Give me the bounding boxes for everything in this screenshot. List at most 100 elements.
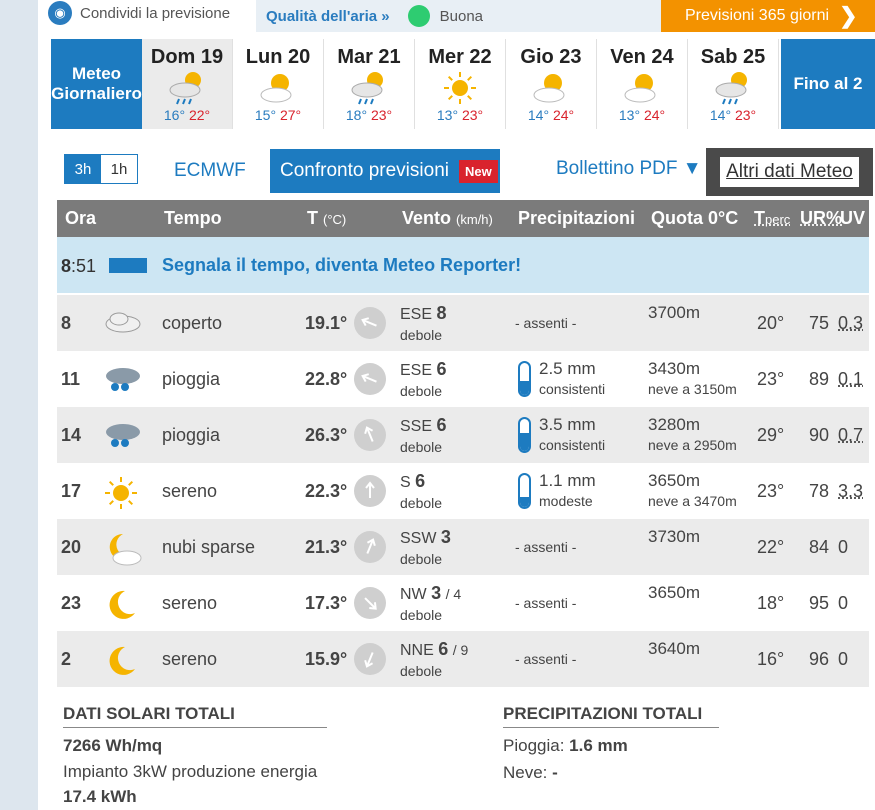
day-min: 14° [709, 107, 732, 123]
snow-label: Neve: [503, 763, 548, 782]
air-quality: Qualità dell'aria » Buona [256, 0, 661, 32]
day-temps: 18° 23° [324, 107, 414, 123]
row-hour: 14 [61, 425, 82, 445]
row-freezing-level: 3700m [648, 303, 700, 323]
toggle-3h[interactable]: 3h [65, 155, 101, 183]
solar-desc: Impianto 3kW produzione energia [63, 762, 318, 781]
row-hour: 2 [61, 649, 72, 669]
day-temps: 14° 24° [506, 107, 596, 123]
row-wind: NNE 6 / 9 debole [400, 639, 468, 682]
table-row: 17 sereno 22.3° S 6 debole 1.1 mm modeste 3650… [57, 463, 869, 519]
day-list: Dom 19 16° 22° Lun 20 15° 27° Mar 21 18° 23° M… [142, 39, 779, 129]
row-freezing-level: 3730m [648, 527, 700, 547]
wind-dir: SSE [400, 418, 433, 435]
cloud-icon [103, 307, 145, 339]
toggle-1h[interactable]: 1h [101, 155, 137, 183]
row-wind: ESE 8 debole [400, 303, 446, 346]
day-min: 14° [527, 107, 550, 123]
row-humidity: 75 [809, 313, 830, 333]
row-humidity: 90 [809, 425, 830, 445]
row-humidity: 89 [809, 369, 830, 389]
row-freezing-level: 3650m neve a 3470m [648, 471, 737, 511]
table-row: 2 sereno 15.9° NNE 6 / 9 debole - assenti - 36… [57, 631, 869, 687]
header-tperc-sub: perc [765, 212, 791, 227]
wind-arrow-icon [354, 419, 386, 451]
pdf-bulletin-dropdown[interactable]: Bollettino PDF ▼ [556, 158, 702, 180]
wind-dir: ESE [400, 362, 433, 379]
row-precip: - assenti - [515, 595, 577, 611]
precip-total-title: PRECIPITAZIONI TOTALI [503, 704, 719, 728]
row-uv: 0 [838, 649, 849, 669]
day-temps: 13° 23° [415, 107, 505, 123]
share-link[interactable]: ◉ Condividi la previsione [48, 0, 230, 26]
header-tperc-label: T [754, 208, 765, 228]
row-humidity: 96 [809, 649, 830, 669]
forecast-toolbar: 3h 1h ECMWF Confronto previsioni New Bol… [51, 148, 873, 196]
cloud-rain-sun-icon [688, 69, 778, 107]
day-0[interactable]: Dom 19 16° 22° [142, 39, 233, 129]
more-days-button[interactable]: Fino al 2 [781, 39, 875, 129]
table-row: 20 nubi sparse 21.3° SSW 3 debole - assenti … [57, 519, 869, 575]
row-hour: 11 [61, 369, 81, 389]
day-max: 23° [461, 107, 484, 123]
wind-arrow-icon [354, 531, 386, 563]
quota-value: 3650m [648, 471, 700, 490]
header-ora: Ora [65, 208, 97, 228]
day-temps: 16° 22° [142, 107, 232, 123]
daily-weather-button[interactable]: Meteo Giornaliero [51, 39, 142, 129]
row-tperc: 29° [757, 425, 785, 445]
sun-icon [103, 475, 145, 509]
day-6[interactable]: Sab 25 14° 23° [688, 39, 779, 129]
row-freezing-level: 3430m neve a 3150m [648, 359, 737, 399]
forecast-365-button[interactable]: Previsioni 365 giorni ❯ [661, 0, 875, 32]
moon-icon [103, 643, 145, 675]
row-desc: sereno [162, 649, 218, 669]
snow-level: neve a 3470m [648, 493, 737, 509]
report-minutes: :51 [71, 256, 97, 276]
report-message[interactable]: Segnala il tempo, diventa Meteo Reporter… [162, 255, 521, 276]
air-quality-link[interactable]: Qualità dell'aria » [266, 8, 390, 25]
wind-speed: 8 [436, 303, 447, 323]
snow-level: neve a 2950m [648, 437, 737, 453]
row-temp: 21.3° [305, 537, 348, 557]
day-max: 22° [188, 107, 211, 123]
more-data-label: Altri dati Meteo [720, 157, 859, 187]
chevron-right-icon: ❯ [839, 3, 858, 28]
row-hour: 8 [61, 313, 72, 333]
day-4[interactable]: Gio 23 14° 24° [506, 39, 597, 129]
header-vento-label: Vento [402, 208, 452, 228]
wind-speed: 6 [436, 359, 447, 379]
compare-forecasts-button[interactable]: Confronto previsioni New [270, 149, 500, 193]
day-label: Mer 22 [428, 46, 492, 68]
row-humidity: 84 [809, 537, 830, 557]
more-data-tab[interactable]: Altri dati Meteo [706, 148, 873, 196]
wind-label: debole [400, 551, 443, 567]
row-desc: nubi sparse [162, 537, 256, 557]
day-1[interactable]: Lun 20 15° 27° [233, 39, 324, 129]
model-label[interactable]: ECMWF [174, 160, 246, 182]
day-5[interactable]: Ven 24 13° 24° [597, 39, 688, 129]
wind-speed: 3 [431, 583, 442, 603]
day-2[interactable]: Mar 21 18° 23° [324, 39, 415, 129]
meteo-reporter-row[interactable]: 8:51 Segnala il tempo, diventa Meteo Rep… [57, 237, 869, 293]
solar-title: DATI SOLARI TOTALI [63, 704, 327, 728]
row-desc: pioggia [162, 425, 221, 445]
report-hour: 8 [61, 256, 72, 276]
row-uv: 3.3 [838, 481, 864, 501]
wind-arrow-icon [354, 307, 386, 339]
row-precip: - assenti - [515, 539, 577, 555]
table-header: Ora Tempo T (°C) Vento (km/h) Precipitaz… [57, 200, 869, 237]
forecast-365-label: Previsioni 365 giorni [685, 7, 830, 24]
day-max: 23° [734, 107, 757, 123]
day-max: 24° [552, 107, 575, 123]
rain-total: Pioggia: 1.6 mm [503, 736, 628, 756]
wind-speed: 3 [440, 527, 451, 547]
top-bar: ◉ Condividi la previsione Qualità dell'a… [38, 0, 875, 32]
wind-dir: NW [400, 586, 427, 603]
day-label: Dom 19 [150, 46, 224, 68]
row-temp: 19.1° [305, 313, 348, 333]
wind-arrow-icon [354, 587, 386, 619]
header-vento-unit: (km/h) [456, 212, 493, 227]
day-label: Mar 21 [337, 46, 401, 68]
day-3[interactable]: Mer 22 13° 23° [415, 39, 506, 129]
